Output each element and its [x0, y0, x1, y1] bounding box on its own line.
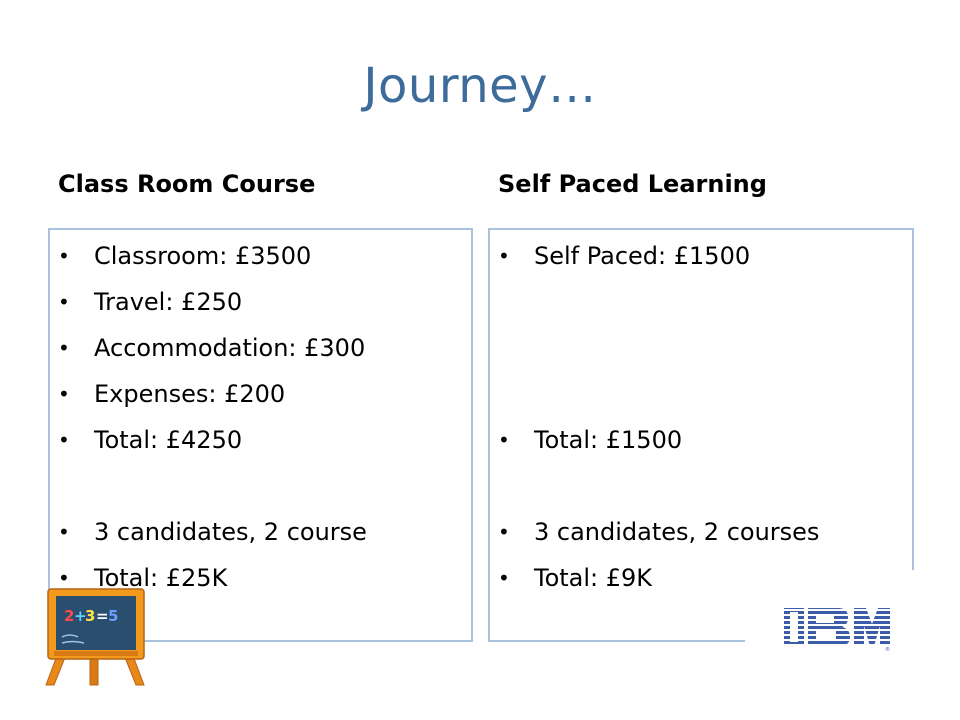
bullet: • — [58, 520, 70, 544]
panel-border-segment — [488, 640, 745, 642]
item-text: Self Paced: £1500 — [534, 242, 751, 270]
bullet: • — [498, 520, 510, 544]
classroom-course-panel: • Classroom: £3500 • Travel: £250 • Accommo… — [48, 228, 473, 642]
bullet: • — [498, 428, 510, 452]
item-text: Classroom: £3500 — [94, 242, 312, 270]
chalk-digit: 3 — [85, 607, 95, 625]
item-text: Total: £4250 — [94, 426, 243, 454]
bullet: • — [58, 336, 70, 360]
item-text: Total: £9K — [534, 564, 653, 592]
item-text: 3 candidates, 2 course — [94, 518, 367, 546]
bullet: • — [498, 566, 510, 590]
chalk-digit: 2 — [64, 607, 74, 625]
item-text: Expenses: £200 — [94, 380, 286, 408]
blackboard-clipart-icon: 2 + 3 = 5 — [45, 588, 145, 686]
item-text: Accommodation: £300 — [94, 334, 366, 362]
bullet: • — [58, 382, 70, 406]
item-text: Travel: £250 — [94, 288, 243, 316]
bullet: • — [58, 244, 70, 268]
bullet: • — [498, 244, 510, 268]
item-text: 3 candidates, 2 courses — [534, 518, 820, 546]
bullet: • — [58, 428, 70, 452]
registered-mark: ® — [885, 646, 890, 652]
self-paced-panel: • Self Paced: £1500 • Total: £1500 • 3 cand… — [488, 228, 914, 642]
bullet: • — [58, 290, 70, 314]
chalk-sign: = — [96, 607, 109, 625]
right-column-heading: Self Paced Learning — [498, 170, 767, 198]
left-column-heading: Class Room Course — [58, 170, 316, 198]
ibm-logo-icon: ® — [784, 608, 890, 652]
chalk-digit: 5 — [108, 607, 118, 625]
slide-title: Journey… — [363, 58, 597, 114]
panel-border-gap — [912, 570, 916, 645]
item-text: Total: £1500 — [534, 426, 683, 454]
